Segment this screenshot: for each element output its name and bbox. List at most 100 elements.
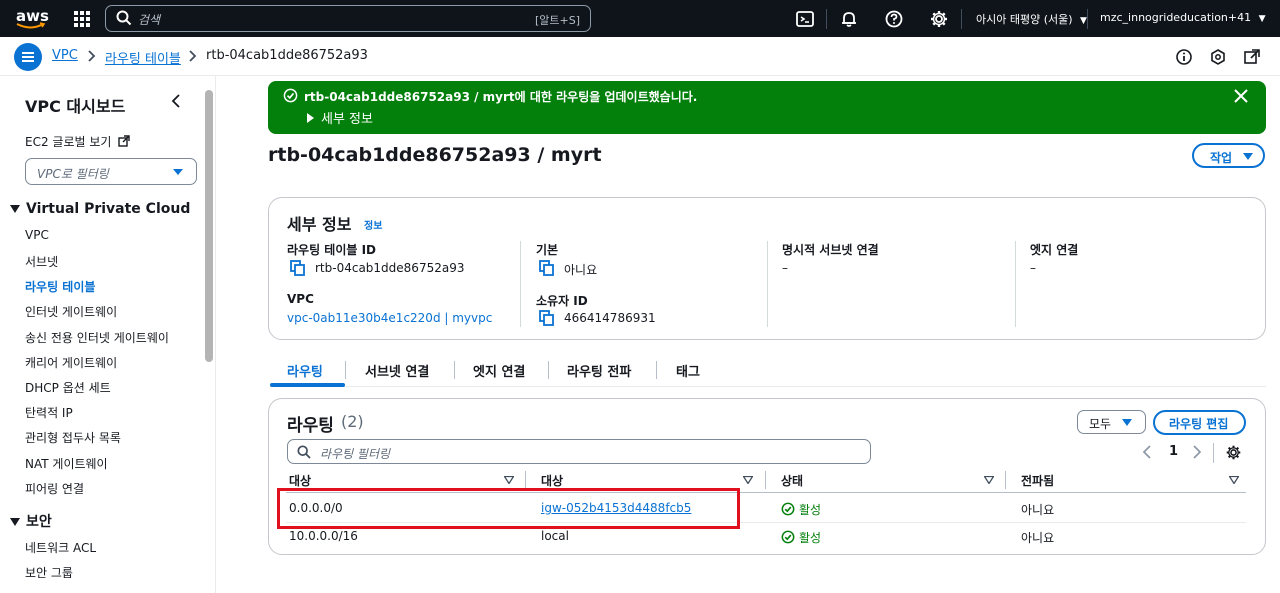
details-header: 세부 정보 xyxy=(287,215,352,234)
route-filter-input[interactable]: 라우팅 필터링 xyxy=(287,439,871,464)
topbar-divider xyxy=(961,9,962,29)
sidebar-item-vpc[interactable]: VPC xyxy=(25,228,49,242)
tab-divider xyxy=(656,361,657,379)
region-selector[interactable]: 아시아 태평양 (서울) ▼ xyxy=(976,11,1087,27)
sort-caret-icon[interactable] xyxy=(504,476,514,484)
sidebar-item-subnets[interactable]: 서브넷 xyxy=(25,253,58,270)
explicit-subnet-label: 명시적 서브넷 연결 xyxy=(782,243,879,257)
column-header-target[interactable]: 대상 xyxy=(541,472,563,489)
flash-details-toggle[interactable]: 세부 정보 xyxy=(306,108,373,127)
vpc-filter-select[interactable]: VPC로 필터링 xyxy=(25,158,197,185)
top-navigation-bar: aws 검색 [알트+S] 아시아 태평양 (서울) ▼ mzc_innogri… xyxy=(0,0,1280,37)
section-vpc-label: Virtual Private Cloud xyxy=(26,201,191,217)
sidebar-item-network-acls[interactable]: 네트워크 ACL xyxy=(25,539,96,556)
sidebar-item-carrier-gateways[interactable]: 캐리어 게이트웨이 xyxy=(25,354,117,371)
topbar-divider xyxy=(826,9,827,29)
chevron-right-icon xyxy=(88,50,96,62)
sidebar-item-route-tables[interactable]: 라우팅 테이블 xyxy=(25,278,95,295)
chevron-right-icon[interactable] xyxy=(1192,445,1202,459)
sort-caret-icon[interactable] xyxy=(984,476,994,484)
copy-icon[interactable] xyxy=(290,260,306,276)
column-header-propagated[interactable]: 전파됨 xyxy=(1021,472,1054,489)
sidebar-item-internet-gateways[interactable]: 인터넷 게이트웨이 xyxy=(25,303,117,320)
section-security[interactable]: 보안 xyxy=(10,511,52,531)
sidebar-item-peering-connections[interactable]: 피어링 연결 xyxy=(25,480,84,497)
route-destination: 10.0.0.0/16 xyxy=(289,529,358,543)
sidebar-title[interactable]: VPC 대시보드 xyxy=(25,93,125,117)
breadcrumb-route-tables[interactable]: 라우팅 테이블 xyxy=(105,48,181,67)
menu-toggle-button[interactable] xyxy=(14,43,42,71)
details-info-link[interactable]: 정보 xyxy=(364,217,382,232)
column-header-status[interactable]: 상태 xyxy=(781,472,803,489)
topbar-divider xyxy=(1087,9,1088,29)
side-navigation: VPC 대시보드 EC2 글로벌 보기 VPC로 필터링 Virtual Pri… xyxy=(0,76,216,593)
search-input[interactable]: 검색 [알트+S] xyxy=(105,5,591,32)
external-link-icon[interactable] xyxy=(1243,48,1261,66)
sidebar-item-nat-gateways[interactable]: NAT 게이트웨이 xyxy=(25,455,108,472)
caret-down-icon xyxy=(10,518,20,526)
hamburger-line xyxy=(22,56,34,58)
routes-count: (2) xyxy=(341,412,364,431)
feedback-icon[interactable] xyxy=(1209,48,1227,66)
sidebar-item-security-groups[interactable]: 보안 그룹 xyxy=(25,564,73,581)
tab-routes[interactable]: 라우팅 xyxy=(287,361,323,380)
column-divider xyxy=(765,471,766,489)
flash-message: rtb-04cab1dde86752a93 / myrt에 대한 라우팅을 업데… xyxy=(304,90,698,104)
main-value: 아니요 xyxy=(564,263,598,277)
tab-divider xyxy=(345,361,346,379)
chevron-left-icon[interactable] xyxy=(1142,445,1152,459)
column-header-destination[interactable]: 대상 xyxy=(289,472,311,489)
sort-caret-icon[interactable] xyxy=(743,476,753,484)
edge-association-value: – xyxy=(1030,261,1036,275)
copy-icon[interactable] xyxy=(539,310,555,326)
external-link-icon xyxy=(118,135,130,147)
breadcrumb-vpc[interactable]: VPC xyxy=(52,48,78,63)
chevron-down-icon: ▼ xyxy=(1258,14,1266,24)
vpc-link[interactable]: vpc-0ab11e30b4e1c220d | myvpc xyxy=(287,311,492,325)
bell-icon[interactable] xyxy=(839,9,859,29)
status-active-icon xyxy=(781,502,795,516)
actions-button[interactable]: 작업 xyxy=(1192,143,1265,168)
search-placeholder: 검색 xyxy=(138,13,161,27)
page-number[interactable]: 1 xyxy=(1169,444,1178,459)
search-shortcut: [알트+S] xyxy=(534,14,580,27)
column-divider xyxy=(1005,471,1006,489)
chevron-left-icon[interactable] xyxy=(170,94,182,108)
sidebar-item-egress-only-igw[interactable]: 송신 전용 인터넷 게이트웨이 xyxy=(25,329,169,346)
success-check-icon xyxy=(283,88,298,103)
edit-routes-button[interactable]: 라우팅 편집 xyxy=(1153,410,1246,435)
ec2-global-view-link[interactable]: EC2 글로벌 보기 xyxy=(25,133,130,150)
sidebar-item-prefix-lists[interactable]: 관리형 접두사 목록 xyxy=(25,429,121,446)
account-menu[interactable]: mzc_innogrideducation+41 ▼ xyxy=(1100,11,1266,24)
gear-icon[interactable] xyxy=(1225,444,1242,461)
pager-divider xyxy=(1213,443,1214,463)
tab-subnet-associations[interactable]: 서브넷 연결 xyxy=(365,361,429,380)
sidebar-scrollbar[interactable] xyxy=(205,90,213,362)
tab-edge-associations[interactable]: 엣지 연결 xyxy=(473,361,525,380)
route-filter-dropdown[interactable]: 모두 xyxy=(1077,410,1146,434)
vpc-filter-placeholder: VPC로 필터링 xyxy=(37,167,109,181)
copy-icon[interactable] xyxy=(539,260,555,276)
tab-route-propagation[interactable]: 라우팅 전파 xyxy=(567,361,631,380)
ec2-global-view-label: EC2 글로벌 보기 xyxy=(25,135,112,149)
sidebar-item-elastic-ips[interactable]: 탄력적 IP xyxy=(25,404,73,421)
cloudshell-icon[interactable] xyxy=(795,9,815,29)
section-virtual-private-cloud[interactable]: Virtual Private Cloud xyxy=(10,201,190,217)
close-icon[interactable] xyxy=(1234,89,1248,103)
status-active-icon xyxy=(781,530,795,544)
caret-right-icon xyxy=(307,113,314,123)
help-icon[interactable] xyxy=(884,9,904,29)
services-grid-icon[interactable] xyxy=(72,9,92,29)
page-title: rtb-04cab1dde86752a93 / myrt xyxy=(268,144,602,166)
aws-logo[interactable]: aws xyxy=(14,7,49,31)
aws-smile-icon xyxy=(16,22,46,29)
tab-tags[interactable]: 태그 xyxy=(676,361,700,380)
sort-caret-icon[interactable] xyxy=(1229,476,1239,484)
route-propagated: 아니요 xyxy=(1021,503,1055,517)
sidebar-item-dhcp-option-sets[interactable]: DHCP 옵션 세트 xyxy=(25,379,111,396)
info-icon[interactable] xyxy=(1175,48,1193,66)
actions-button-label: 작업 xyxy=(1210,151,1233,165)
hamburger-icon xyxy=(22,52,34,54)
route-status-label: 활성 xyxy=(799,503,822,517)
gear-icon[interactable] xyxy=(929,9,949,29)
